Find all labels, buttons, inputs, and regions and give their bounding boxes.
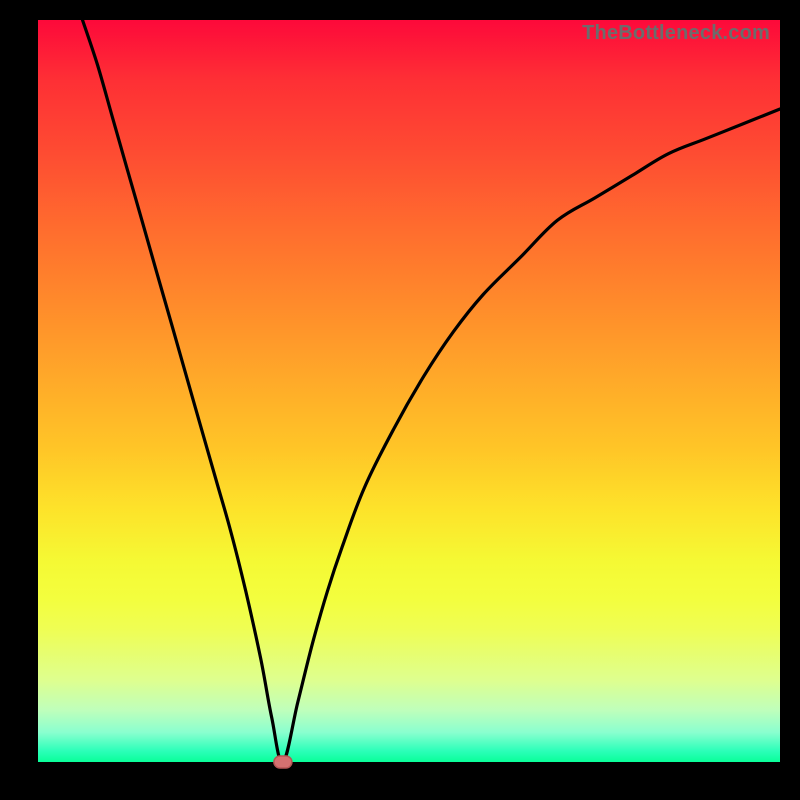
minimum-marker [274, 756, 292, 768]
plot-area: TheBottleneck.com [38, 20, 780, 762]
curve-layer [38, 20, 780, 762]
chart-container: TheBottleneck.com [0, 0, 800, 800]
bottleneck-curve [83, 20, 781, 762]
